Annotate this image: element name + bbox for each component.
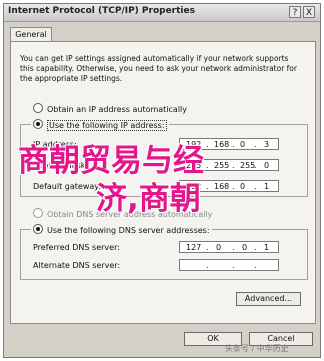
dns-manual-label: Use the following DNS server addresses:: [47, 226, 210, 235]
overlay-title-line-1: 商朝贸易与经: [18, 143, 204, 179]
alternate-dns-field[interactable]: . . .: [179, 259, 279, 271]
gateway-octet-3: 0: [240, 182, 246, 191]
dns-manual-option[interactable]: Use the following DNS server addresses:: [31, 224, 212, 235]
alternate-dns-label: Alternate DNS server:: [33, 261, 121, 270]
ip-manual-label: Use the following IP address:: [47, 120, 167, 131]
gateway-octet-4: 1: [264, 182, 270, 191]
intro-text: You can get IP settings assigned automat…: [20, 54, 297, 83]
title-bar: Internet Protocol (TCP/IP) Properties ? …: [4, 4, 320, 22]
ip-auto-option[interactable]: Obtain an IP address automatically: [33, 103, 187, 114]
preferred-dns-field[interactable]: 127 . 0 . 0 . 1: [179, 241, 279, 253]
dns-group: [20, 229, 308, 280]
radio-selected-icon[interactable]: [33, 224, 43, 234]
ip-octet-3: 0: [240, 140, 246, 149]
help-button[interactable]: ?: [289, 6, 301, 18]
overlay-title-line-2: 济,商朝: [96, 181, 201, 217]
gateway-octet-2: 168: [214, 182, 230, 191]
window-title: Internet Protocol (TCP/IP) Properties: [8, 6, 195, 16]
ip-manual-option[interactable]: Use the following IP address:: [31, 119, 169, 131]
pdns-octet-4: 1: [264, 243, 270, 252]
watermark: 头条号 / 中华历史: [225, 344, 289, 353]
pdns-octet-3: 0: [242, 243, 248, 252]
subnet-octet-4: 0: [264, 161, 270, 170]
advanced-button[interactable]: Advanced...: [236, 292, 301, 306]
radio-selected-icon[interactable]: [33, 119, 43, 129]
preferred-dns-label: Preferred DNS server:: [33, 243, 120, 252]
subnet-octet-3: 255: [240, 161, 256, 170]
radio-icon[interactable]: [33, 208, 43, 218]
ip-octet-2: 168: [214, 140, 230, 149]
subnet-octet-2: 255: [214, 161, 230, 170]
close-button[interactable]: X: [303, 6, 315, 18]
ip-octet-4: 3: [264, 140, 270, 149]
pdns-octet-1: 127: [186, 243, 202, 252]
gateway-label: Default gateway:: [33, 182, 102, 191]
ip-auto-label: Obtain an IP address automatically: [47, 105, 188, 114]
pdns-octet-2: 0: [216, 243, 222, 252]
radio-icon[interactable]: [33, 103, 43, 113]
